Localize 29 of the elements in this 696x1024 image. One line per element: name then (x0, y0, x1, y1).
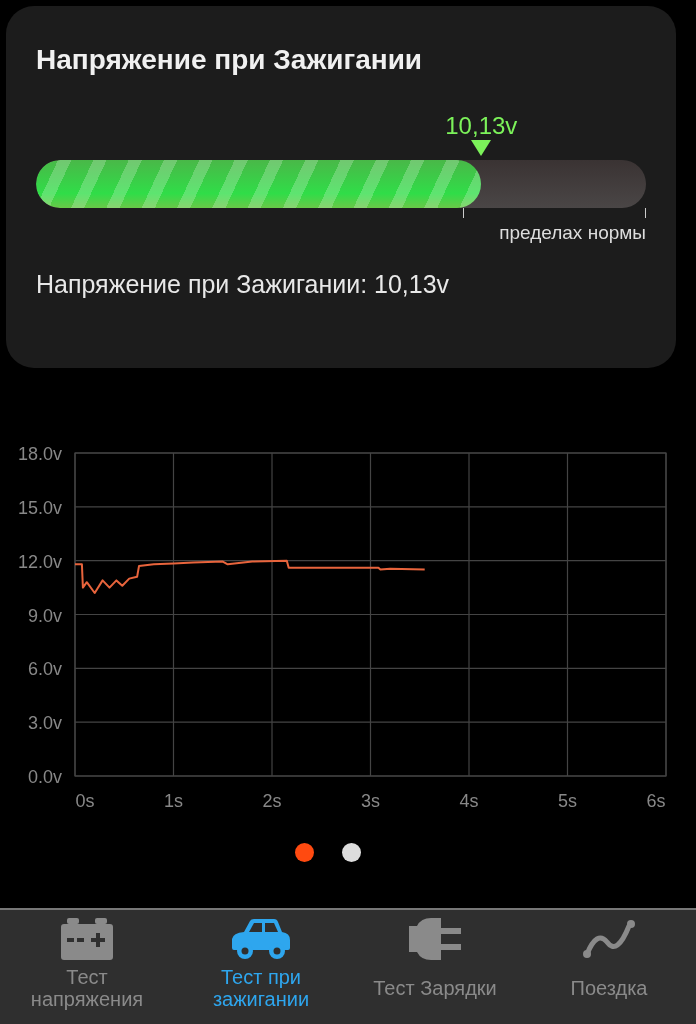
x-axis-label: 6s (646, 791, 666, 811)
voltage-reading: Напряжение при Зажигании: 10,13v (36, 270, 451, 299)
card-title: Напряжение при Зажигании (36, 44, 424, 76)
range-label: пределах нормы (499, 222, 646, 244)
x-axis-label: 4s (459, 791, 479, 811)
battery-icon (59, 918, 115, 960)
page-dot[interactable] (295, 843, 314, 862)
y-axis-label: 12.0v (17, 551, 62, 572)
y-axis-label: 6.0v (27, 659, 62, 680)
route-icon (581, 918, 637, 960)
y-axis-label: 9.0v (27, 605, 62, 626)
y-axis-label: 15.0v (17, 497, 62, 518)
x-axis-label: 2s (262, 791, 282, 811)
x-axis-label: 3s (361, 791, 380, 811)
car-icon (230, 918, 292, 960)
x-axis-label: 5s (558, 791, 577, 811)
marker-arrow-icon (471, 140, 492, 156)
page-dot[interactable] (342, 843, 361, 862)
y-axis-label: 0.0v (27, 767, 62, 787)
nav-tab[interactable]: Тест напряжения (0, 910, 174, 1024)
marker-value: 10,13v (445, 112, 518, 140)
x-axis-label: 1s (164, 791, 183, 811)
nav-tab[interactable]: Тест Зарядки (348, 910, 522, 1024)
x-axis-label: 0s (75, 791, 95, 811)
nav-tab[interactable]: Тест при зажигании (174, 910, 348, 1024)
plug-icon (407, 918, 463, 960)
nav-tab[interactable]: Поездка (522, 910, 696, 1024)
y-axis-label: 3.0v (27, 713, 62, 734)
y-axis-label: 18.0v (17, 444, 62, 464)
